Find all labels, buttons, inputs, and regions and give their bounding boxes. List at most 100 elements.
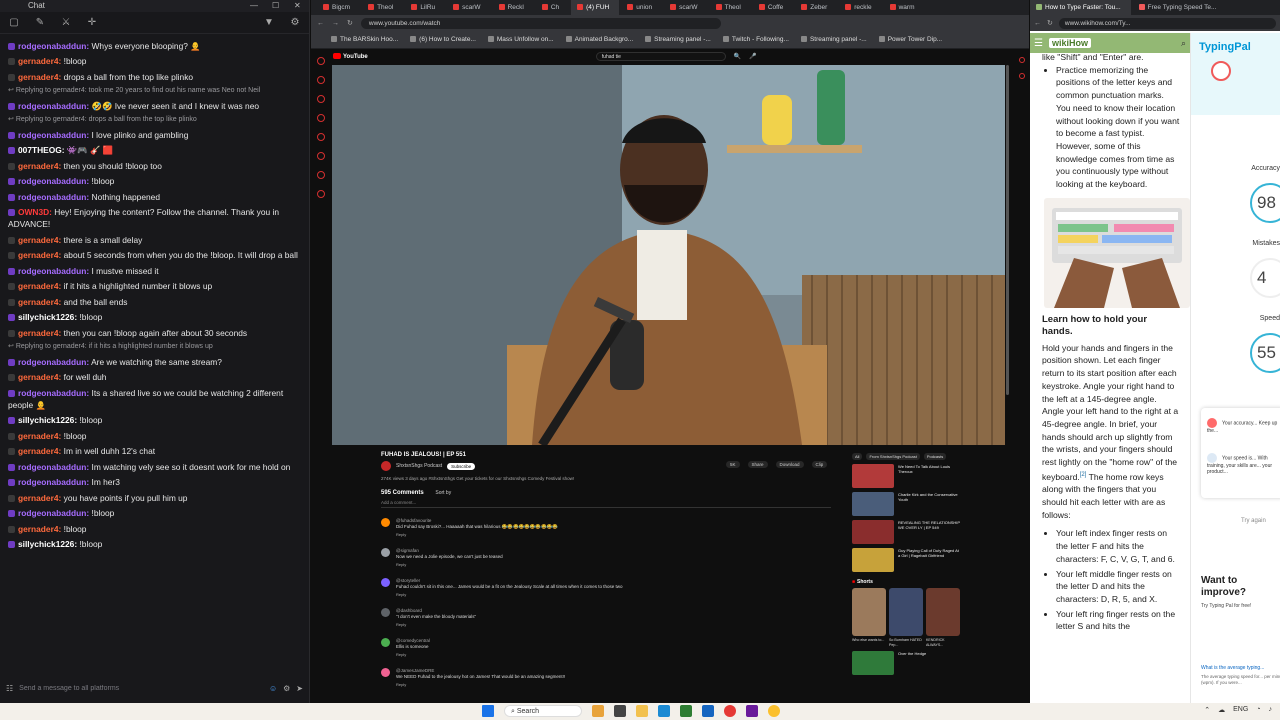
filter-chip[interactable]: All — [852, 453, 863, 460]
settings-icon[interactable] — [317, 190, 325, 198]
recommendation-item[interactable]: Guy Playing Call of Duty Raged At a Girl… — [852, 548, 962, 572]
chat-username[interactable]: gernader4: — [18, 72, 61, 82]
comment-avatar[interactable] — [381, 638, 390, 647]
chat-username[interactable]: gernader4: — [18, 328, 61, 338]
extension-icon[interactable] — [1019, 57, 1025, 63]
chat-username[interactable]: OWN3D: — [18, 207, 52, 217]
chat-username[interactable]: rodgeonabaddun: — [18, 508, 89, 518]
comment-avatar[interactable] — [381, 548, 390, 557]
shorts-icon[interactable] — [317, 76, 325, 84]
menu-icon[interactable]: ☰ — [1034, 38, 1043, 49]
extension-icon[interactable] — [1019, 73, 1025, 79]
settings-icon[interactable]: ⚙ — [289, 17, 301, 28]
short-title[interactable]: KENDRICK ALWAYS... — [926, 638, 960, 647]
chat-bubble-icon[interactable]: ▢ — [8, 17, 20, 28]
browser-tab[interactable]: union — [621, 0, 662, 15]
search-icon[interactable]: ⌕ — [1181, 38, 1186, 49]
browser-tab[interactable]: warm — [884, 0, 925, 15]
chat-message-input[interactable] — [19, 681, 263, 695]
music-icon[interactable] — [317, 171, 325, 179]
browser-tab-active[interactable]: (4) FUH — [571, 0, 620, 15]
chat-username[interactable]: rodgeonabaddun: — [18, 477, 89, 487]
comment-reply-button[interactable]: Reply — [396, 682, 696, 688]
word-icon[interactable] — [702, 705, 714, 717]
minimize-icon[interactable]: — — [250, 0, 258, 12]
browser-tab[interactable]: LilRu — [405, 0, 445, 15]
obs-icon[interactable] — [724, 705, 736, 717]
comment-avatar[interactable] — [381, 668, 390, 677]
subscriptions-icon[interactable] — [317, 95, 325, 103]
url-field[interactable]: www.wikihow.com/Ty... — [1058, 17, 1276, 29]
clip-button[interactable]: Clip — [811, 461, 828, 468]
browser-tab[interactable]: reckle — [839, 0, 881, 15]
chevron-up-icon[interactable]: ⌃ — [1204, 706, 1210, 714]
chat-username[interactable]: rodgeonabaddun: — [18, 192, 89, 202]
maximize-icon[interactable]: ☐ — [272, 0, 279, 12]
browser-tab[interactable]: Ch — [536, 0, 569, 15]
settings-small-icon[interactable]: ⚙ — [283, 684, 290, 693]
taskbar-search[interactable]: ⌕ Search — [504, 705, 582, 717]
browser-tab[interactable]: Coffe — [753, 0, 793, 15]
comment-avatar[interactable] — [381, 518, 390, 527]
download-button[interactable]: Download — [775, 461, 804, 468]
cloud-icon[interactable]: ☁ — [1218, 706, 1225, 714]
bookmark-item[interactable]: The BARSkin Hoo... — [331, 36, 398, 43]
edit-icon[interactable]: ✎ — [34, 17, 46, 28]
filter-chip[interactable]: Podcasts — [923, 453, 947, 460]
back-icon[interactable]: ← — [317, 20, 324, 27]
chat-username[interactable]: sillychick1226: — [18, 312, 77, 322]
short-title[interactable]: So Burnham HATED Pep... — [889, 638, 923, 647]
search-icon[interactable]: 🔍 — [734, 53, 741, 60]
emote-icon[interactable]: ☺ — [269, 684, 277, 693]
grid-icon[interactable]: ☷ — [6, 684, 13, 693]
reload-icon[interactable]: ↻ — [1047, 19, 1053, 27]
bookmark-item[interactable]: Streaming panel -... — [800, 36, 867, 43]
chat-username[interactable]: 007THEOG: — [18, 145, 65, 155]
store-icon[interactable] — [680, 705, 692, 717]
task-view-icon[interactable] — [614, 705, 626, 717]
browser-tab[interactable]: scarW — [664, 0, 707, 15]
chat-username[interactable]: gernader4: — [18, 161, 61, 171]
bookmark-item[interactable]: (6) How to Create... — [410, 36, 476, 43]
browser-tab[interactable]: Zeber — [795, 0, 837, 15]
browser-tab[interactable]: scarW — [447, 0, 490, 15]
chat-username[interactable]: sillychick1226: — [18, 415, 77, 425]
subscribe-button[interactable]: Subscribe — [447, 462, 476, 470]
chat-username[interactable]: rodgeonabaddun: — [18, 176, 89, 186]
chat-username[interactable]: rodgeonabaddun: — [18, 462, 89, 472]
volume-icon[interactable]: ♪ — [1269, 706, 1273, 714]
tab-wikihow[interactable]: How to Type Faster: Tou... — [1030, 0, 1131, 15]
chat-username[interactable]: gernader4: — [18, 281, 61, 291]
channel-name[interactable]: ShxtsnShgs Podcast — [396, 463, 442, 469]
chat-username[interactable]: rodgeonabaddun: — [18, 388, 89, 398]
browser-tab[interactable]: Bigcm — [317, 0, 360, 15]
chat-username[interactable]: gernader4: — [18, 446, 61, 456]
history-icon[interactable] — [317, 114, 325, 122]
recommendation-item[interactable]: Charlie Kirk and the Conservative Youth — [852, 492, 962, 516]
bookmark-item[interactable]: Twitch - Following... — [722, 36, 789, 43]
browser-tab[interactable]: Reckl — [493, 0, 534, 15]
recommendation-item[interactable]: Over the Hedge — [852, 651, 962, 675]
chat-username[interactable]: gernader4: — [18, 297, 61, 307]
filter-chip[interactable]: From ShxtsnShgs Podcast — [866, 453, 920, 460]
sword-icon[interactable]: ⚔ — [60, 17, 72, 28]
edge-icon[interactable] — [658, 705, 670, 717]
home-icon[interactable] — [317, 57, 325, 65]
comment-reply-button[interactable]: Reply — [396, 652, 696, 658]
try-again-button[interactable]: Try again — [1241, 518, 1266, 524]
chat-username[interactable]: gernader4: — [18, 235, 61, 245]
chat-username[interactable]: gernader4: — [18, 524, 61, 534]
comment-avatar[interactable] — [381, 578, 390, 587]
language-indicator[interactable]: ENG — [1233, 706, 1248, 714]
faq-link[interactable]: What is the average typing... — [1201, 665, 1264, 671]
comment-reply-button[interactable]: Reply — [396, 562, 696, 568]
chat-username[interactable]: gernader4: — [18, 372, 61, 382]
chat-username[interactable]: gernader4: — [18, 431, 61, 441]
chat-username[interactable]: gernader4: — [18, 493, 61, 503]
file-explorer-icon[interactable] — [636, 705, 648, 717]
url-field[interactable]: www.youtube.com/watch — [360, 17, 721, 29]
comment-avatar[interactable] — [381, 608, 390, 617]
bookmark-item[interactable]: Mass Unfollow on... — [487, 36, 554, 43]
chat-username[interactable]: sillychick1226: — [18, 539, 77, 549]
start-button[interactable] — [482, 705, 494, 717]
